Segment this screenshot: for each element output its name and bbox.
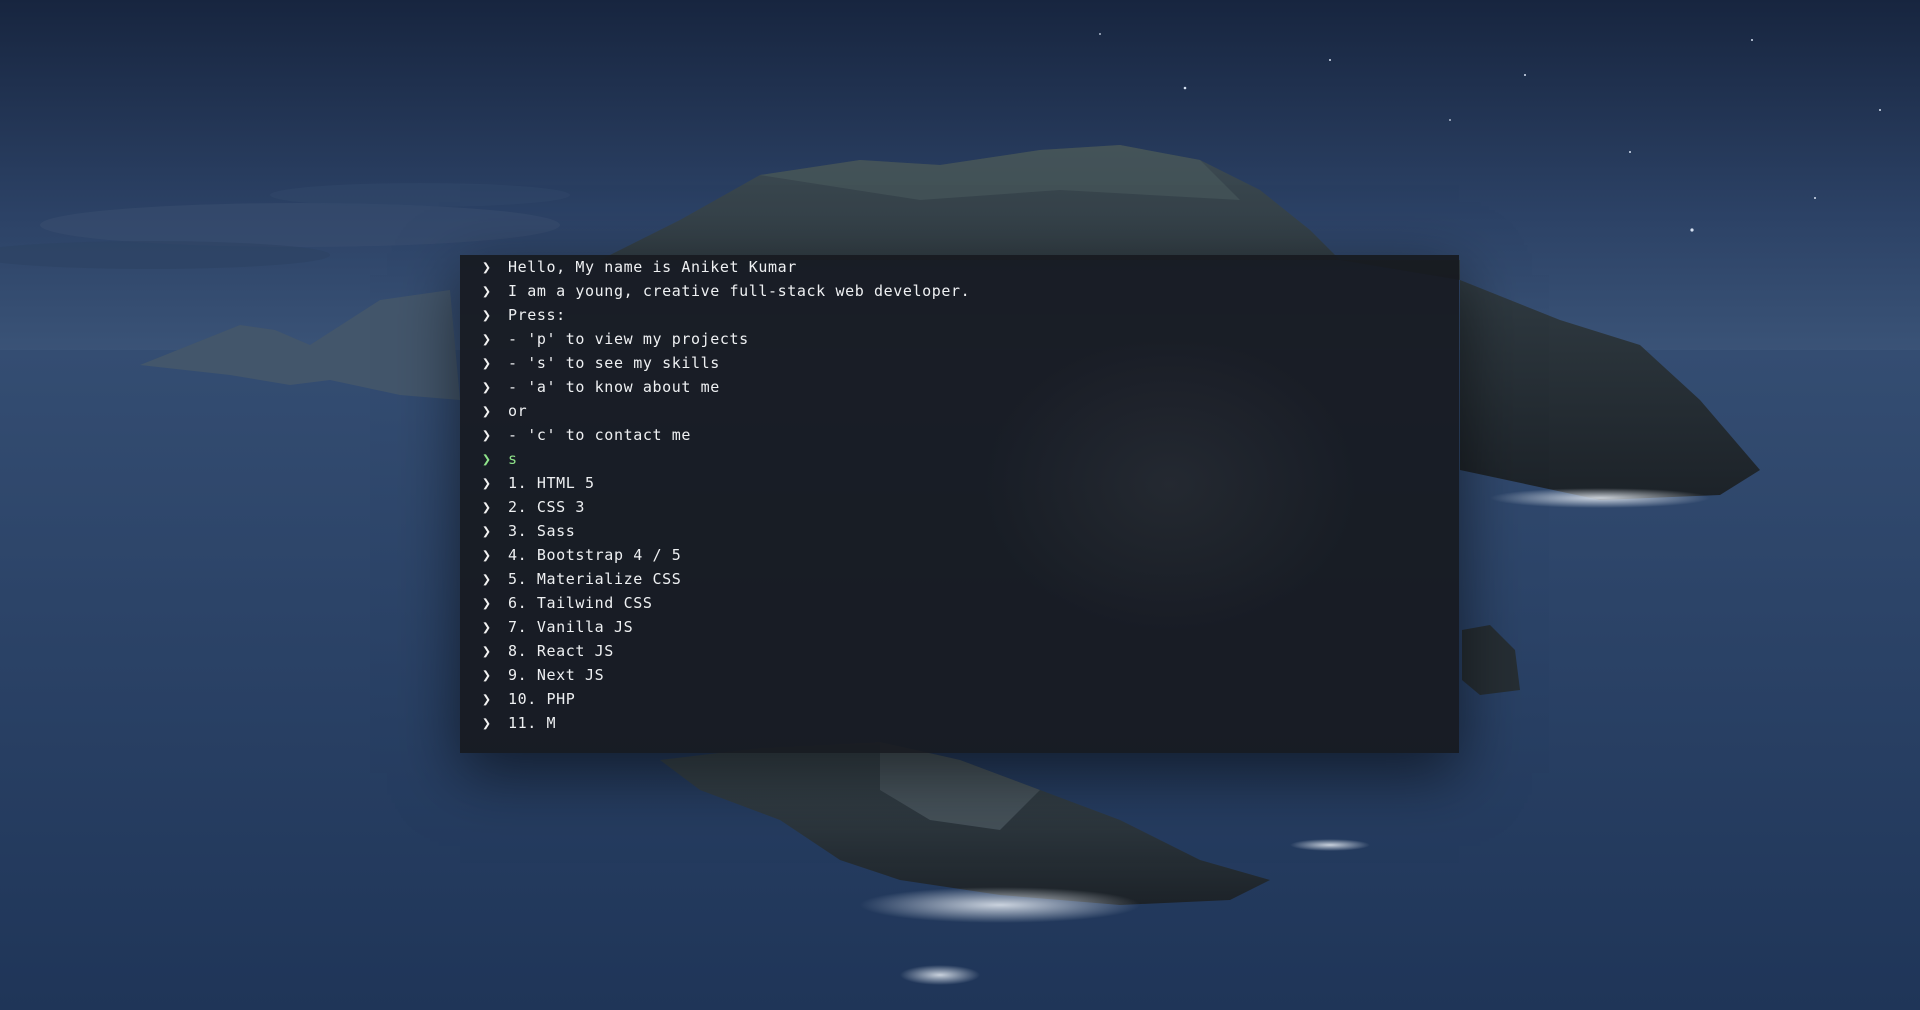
chevron-right-icon: ❯ bbox=[482, 450, 492, 468]
terminal-line-text: 4. Bootstrap 4 / 5 bbox=[508, 546, 682, 564]
terminal-line: ❯ Press: bbox=[482, 303, 1439, 327]
terminal-line-text: 6. Tailwind CSS bbox=[508, 594, 653, 612]
chevron-right-icon: ❯ bbox=[482, 306, 492, 324]
terminal-line-text: 3. Sass bbox=[508, 522, 576, 540]
terminal-line: ❯ Hello, My name is Aniket Kumar bbox=[482, 255, 1439, 279]
terminal-line-text: I am a young, creative full-stack web de… bbox=[508, 282, 971, 300]
terminal-line-text: 1. HTML 5 bbox=[508, 474, 595, 492]
chevron-right-icon: ❯ bbox=[482, 642, 492, 660]
terminal-line: ❯ 10. PHP bbox=[482, 687, 1439, 711]
terminal-line-text: Hello, My name is Aniket Kumar bbox=[508, 258, 797, 276]
terminal-line: ❯ 5. Materialize CSS bbox=[482, 567, 1439, 591]
terminal-line-text: 11. M bbox=[508, 714, 557, 732]
chevron-right-icon: ❯ bbox=[482, 618, 492, 636]
chevron-right-icon: ❯ bbox=[482, 522, 492, 540]
terminal-line-text: 2. CSS 3 bbox=[508, 498, 586, 516]
terminal-line: ❯ 6. Tailwind CSS bbox=[482, 591, 1439, 615]
terminal-line: ❯ 8. React JS bbox=[482, 639, 1439, 663]
terminal-line-text: 5. Materialize CSS bbox=[508, 570, 682, 588]
terminal-line: ❯ 4. Bootstrap 4 / 5 bbox=[482, 543, 1439, 567]
terminal-line-text: 9. Next JS bbox=[508, 666, 605, 684]
chevron-right-icon: ❯ bbox=[482, 570, 492, 588]
chevron-right-icon: ❯ bbox=[482, 666, 492, 684]
chevron-right-icon: ❯ bbox=[482, 474, 492, 492]
terminal-line: ❯ - 'a' to know about me bbox=[482, 375, 1439, 399]
chevron-right-icon: ❯ bbox=[482, 258, 492, 276]
terminal-line: ❯ - 's' to see my skills bbox=[482, 351, 1439, 375]
terminal-input-line: ❯ s bbox=[482, 447, 1439, 471]
chevron-right-icon: ❯ bbox=[482, 546, 492, 564]
chevron-right-icon: ❯ bbox=[482, 498, 492, 516]
terminal-line: ❯ 2. CSS 3 bbox=[482, 495, 1439, 519]
terminal-line-text: - 'p' to view my projects bbox=[508, 330, 749, 348]
chevron-right-icon: ❯ bbox=[482, 282, 492, 300]
terminal-line: ❯ - 'p' to view my projects bbox=[482, 327, 1439, 351]
terminal-line-text: 7. Vanilla JS bbox=[508, 618, 634, 636]
terminal-line: ❯ 3. Sass bbox=[482, 519, 1439, 543]
terminal-line: ❯ - 'c' to contact me bbox=[482, 423, 1439, 447]
terminal-output[interactable]: ❯ Hello, My name is Aniket Kumar ❯ I am a y… bbox=[482, 255, 1439, 753]
terminal-line-text: or bbox=[508, 402, 528, 420]
chevron-right-icon: ❯ bbox=[482, 402, 492, 420]
terminal-line-text: Press: bbox=[508, 306, 566, 324]
chevron-right-icon: ❯ bbox=[482, 330, 492, 348]
terminal-line: ❯ 7. Vanilla JS bbox=[482, 615, 1439, 639]
terminal-line: ❯ 9. Next JS bbox=[482, 663, 1439, 687]
terminal-window[interactable]: ❯ Hello, My name is Aniket Kumar ❯ I am a y… bbox=[460, 255, 1459, 753]
terminal-input-text: s bbox=[508, 450, 518, 468]
terminal-line: ❯ 1. HTML 5 bbox=[482, 471, 1439, 495]
chevron-right-icon: ❯ bbox=[482, 690, 492, 708]
terminal-line-text: 8. React JS bbox=[508, 642, 614, 660]
chevron-right-icon: ❯ bbox=[482, 426, 492, 444]
chevron-right-icon: ❯ bbox=[482, 594, 492, 612]
terminal-line-text: - 'a' to know about me bbox=[508, 378, 720, 396]
chevron-right-icon: ❯ bbox=[482, 714, 492, 732]
terminal-line: ❯ I am a young, creative full-stack web d… bbox=[482, 279, 1439, 303]
terminal-line: ❯ or bbox=[482, 399, 1439, 423]
chevron-right-icon: ❯ bbox=[482, 378, 492, 396]
terminal-line-text: - 'c' to contact me bbox=[508, 426, 691, 444]
terminal-line-text: - 's' to see my skills bbox=[508, 354, 720, 372]
chevron-right-icon: ❯ bbox=[482, 354, 492, 372]
terminal-line-text: 10. PHP bbox=[508, 690, 576, 708]
terminal-line: ❯ 11. M bbox=[482, 711, 1439, 735]
